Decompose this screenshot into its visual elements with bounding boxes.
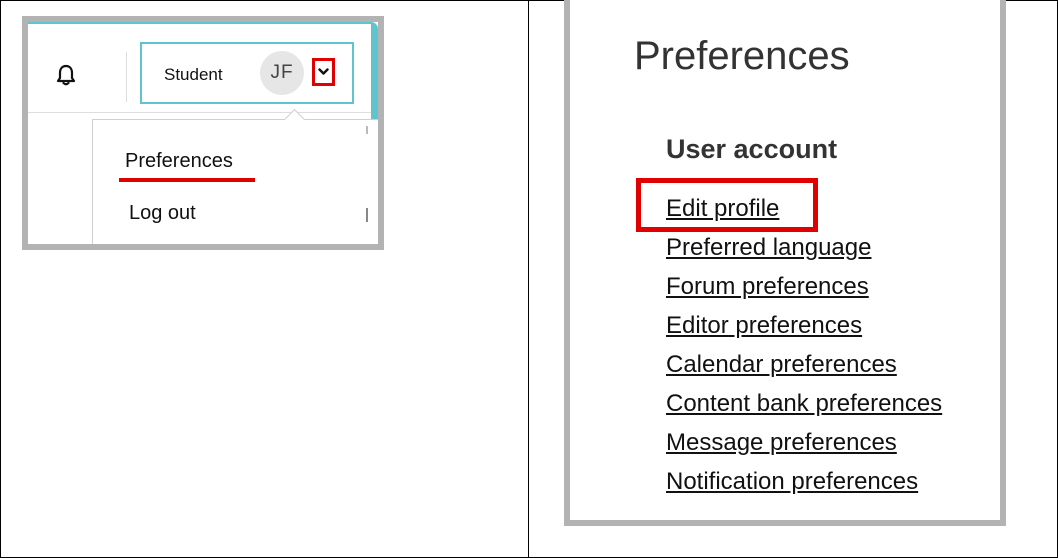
edit-profile-highlight [636, 178, 818, 232]
user-menu-toggle[interactable]: Student JF [140, 42, 354, 104]
avatar-initials: JF [270, 62, 294, 83]
scroll-fragment [366, 208, 368, 222]
preferences-highlight-underline [119, 178, 255, 182]
user-name: Student [164, 65, 223, 84]
link-preferred-language[interactable]: Preferred language [666, 233, 942, 272]
user-menu-screenshot: Student JF Preferences Log out [22, 16, 384, 250]
link-label: Content bank preferences [666, 390, 943, 417]
user-menu-panel: Student JF Preferences Log out [28, 22, 378, 244]
accent-top-edge [28, 22, 372, 24]
link-label: Calendar preferences [666, 351, 897, 378]
scroll-fragment [366, 126, 368, 134]
link-forum-preferences[interactable]: Forum preferences [666, 272, 942, 311]
preferences-panel: Preferences User account Edit profile Pr… [570, 0, 1000, 520]
preferences-screenshot: Preferences User account Edit profile Pr… [564, 0, 1006, 526]
user-account-links: Edit profile Preferred language Forum pr… [666, 194, 942, 506]
link-label: Preferred language [666, 234, 872, 261]
menu-item-logout[interactable]: Log out [129, 202, 196, 225]
chevron-down-icon [318, 68, 329, 75]
link-label: Forum preferences [666, 273, 869, 300]
menu-item-preferences[interactable]: Preferences [125, 150, 233, 173]
user-dropdown-menu: Preferences Log out [92, 119, 378, 244]
link-message-preferences[interactable]: Message preferences [666, 428, 942, 467]
link-notification-preferences[interactable]: Notification preferences [666, 467, 942, 506]
link-label: Editor preferences [666, 312, 863, 339]
avatar[interactable]: JF [260, 51, 304, 95]
column-divider [528, 0, 529, 558]
link-calendar-preferences[interactable]: Calendar preferences [666, 350, 942, 389]
section-heading-user-account: User account [666, 134, 838, 164]
header-separator [126, 52, 127, 102]
link-editor-preferences[interactable]: Editor preferences [666, 311, 942, 350]
header-bottom-border [28, 112, 371, 113]
dropdown-toggle-highlight[interactable] [312, 58, 335, 86]
page-title: Preferences [634, 34, 850, 78]
link-content-bank-preferences[interactable]: Content bank preferences [666, 389, 942, 428]
link-label: Notification preferences [666, 468, 919, 495]
bell-icon[interactable] [56, 64, 76, 91]
link-label: Message preferences [666, 429, 897, 456]
